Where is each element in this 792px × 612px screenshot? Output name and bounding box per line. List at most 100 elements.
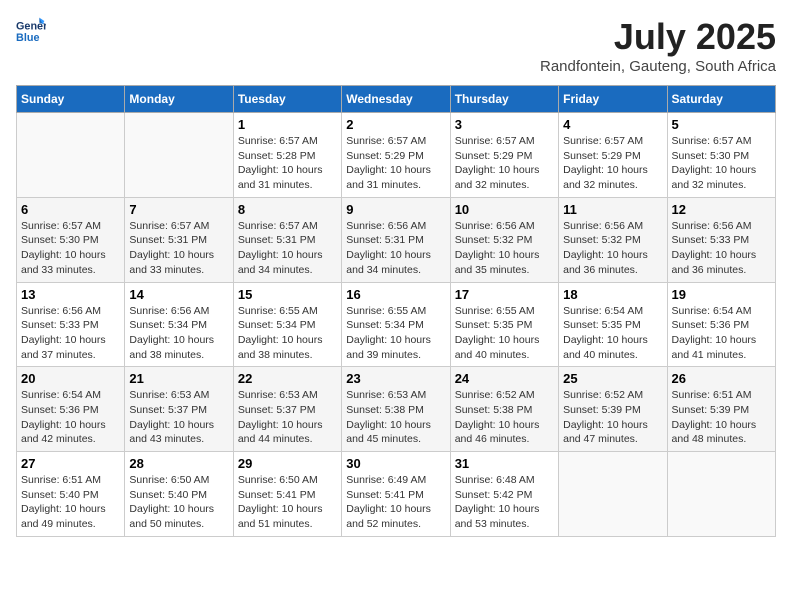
weekday-header-cell: Friday <box>559 86 667 113</box>
calendar-day-cell: 6 Sunrise: 6:57 AM Sunset: 5:30 PM Daylig… <box>17 197 125 282</box>
calendar-day-cell: 20 Sunrise: 6:54 AM Sunset: 5:36 PM Dayli… <box>17 367 125 452</box>
day-number: 29 <box>238 456 337 471</box>
day-number: 14 <box>129 287 228 302</box>
day-number: 2 <box>346 117 445 132</box>
calendar-day-cell <box>667 452 775 537</box>
day-info: Sunrise: 6:53 AM Sunset: 5:37 PM Dayligh… <box>129 388 228 447</box>
calendar-day-cell: 15Sunrise: 6:55 AM Sunset: 5:34 PM Dayli… <box>233 282 341 367</box>
day-number: 24 <box>455 371 554 386</box>
day-number: 6 <box>21 202 120 217</box>
weekday-header-cell: Thursday <box>450 86 558 113</box>
day-info: Sunrise: 6:57 AM Sunset: 5:30 PM Dayligh… <box>672 134 771 193</box>
day-info: Sunrise: 6:51 AM Sunset: 5:39 PM Dayligh… <box>672 388 771 447</box>
day-info: Sunrise: 6:57 AM Sunset: 5:30 PM Dayligh… <box>21 219 120 278</box>
day-number: 22 <box>238 371 337 386</box>
day-info: Sunrise: 6:51 AM Sunset: 5:40 PM Dayligh… <box>21 473 120 532</box>
weekday-header-cell: Saturday <box>667 86 775 113</box>
day-number: 7 <box>129 202 228 217</box>
calendar-day-cell: 29 Sunrise: 6:50 AM Sunset: 5:41 PM Dayli… <box>233 452 341 537</box>
day-info: Sunrise: 6:50 AM Sunset: 5:40 PM Dayligh… <box>129 473 228 532</box>
weekday-header-cell: Wednesday <box>342 86 450 113</box>
day-info: Sunrise: 6:56 AM Sunset: 5:31 PM Dayligh… <box>346 219 445 278</box>
day-number: 20 <box>21 371 120 386</box>
calendar-day-cell: 12 Sunrise: 6:56 AM Sunset: 5:33 PM Dayli… <box>667 197 775 282</box>
calendar-day-cell: 14 Sunrise: 6:56 AM Sunset: 5:34 PM Dayli… <box>125 282 233 367</box>
day-number: 27 <box>21 456 120 471</box>
day-number: 8 <box>238 202 337 217</box>
day-info: Sunrise: 6:56 AM Sunset: 5:33 PM Dayligh… <box>672 219 771 278</box>
day-info: Sunrise: 6:57 AM Sunset: 5:29 PM Dayligh… <box>455 134 554 193</box>
calendar-day-cell: 23 Sunrise: 6:53 AM Sunset: 5:38 PM Dayli… <box>342 367 450 452</box>
calendar-day-cell: 2 Sunrise: 6:57 AM Sunset: 5:29 PM Daylig… <box>342 113 450 198</box>
calendar-week-row: 20 Sunrise: 6:54 AM Sunset: 5:36 PM Dayli… <box>17 367 776 452</box>
day-number: 28 <box>129 456 228 471</box>
day-number: 9 <box>346 202 445 217</box>
calendar-day-cell: 30Sunrise: 6:49 AM Sunset: 5:41 PM Dayli… <box>342 452 450 537</box>
day-number: 25 <box>563 371 662 386</box>
calendar-week-row: 27 Sunrise: 6:51 AM Sunset: 5:40 PM Dayli… <box>17 452 776 537</box>
calendar-day-cell: 22Sunrise: 6:53 AM Sunset: 5:37 PM Dayli… <box>233 367 341 452</box>
day-number: 1 <box>238 117 337 132</box>
logo: General Blue <box>16 16 46 46</box>
calendar-day-cell: 18Sunrise: 6:54 AM Sunset: 5:35 PM Dayli… <box>559 282 667 367</box>
calendar-day-cell: 31 Sunrise: 6:48 AM Sunset: 5:42 PM Dayli… <box>450 452 558 537</box>
weekday-header-cell: Sunday <box>17 86 125 113</box>
calendar-day-cell: 3 Sunrise: 6:57 AM Sunset: 5:29 PM Daylig… <box>450 113 558 198</box>
calendar-body: 1 Sunrise: 6:57 AM Sunset: 5:28 PM Daylig… <box>17 113 776 537</box>
calendar-day-cell: 27 Sunrise: 6:51 AM Sunset: 5:40 PM Dayli… <box>17 452 125 537</box>
day-number: 3 <box>455 117 554 132</box>
calendar-day-cell: 5 Sunrise: 6:57 AM Sunset: 5:30 PM Daylig… <box>667 113 775 198</box>
calendar-day-cell: 8 Sunrise: 6:57 AM Sunset: 5:31 PM Daylig… <box>233 197 341 282</box>
calendar-day-cell: 10 Sunrise: 6:56 AM Sunset: 5:32 PM Dayli… <box>450 197 558 282</box>
calendar-day-cell: 13 Sunrise: 6:56 AM Sunset: 5:33 PM Dayli… <box>17 282 125 367</box>
month-title: July 2025 <box>540 16 776 58</box>
calendar-day-cell <box>17 113 125 198</box>
day-number: 12 <box>672 202 771 217</box>
day-info: Sunrise: 6:56 AM Sunset: 5:34 PM Dayligh… <box>129 304 228 363</box>
day-info: Sunrise: 6:56 AM Sunset: 5:32 PM Dayligh… <box>563 219 662 278</box>
day-number: 21 <box>129 371 228 386</box>
day-info: Sunrise: 6:57 AM Sunset: 5:28 PM Dayligh… <box>238 134 337 193</box>
calendar-day-cell <box>125 113 233 198</box>
day-info: Sunrise: 6:55 AM Sunset: 5:34 PM Dayligh… <box>238 304 337 363</box>
day-info: Sunrise: 6:56 AM Sunset: 5:32 PM Dayligh… <box>455 219 554 278</box>
calendar-day-cell: 9 Sunrise: 6:56 AM Sunset: 5:31 PM Daylig… <box>342 197 450 282</box>
calendar-week-row: 1 Sunrise: 6:57 AM Sunset: 5:28 PM Daylig… <box>17 113 776 198</box>
header: General Blue July 2025 Randfontein, Gaut… <box>16 16 776 75</box>
day-number: 23 <box>346 371 445 386</box>
day-info: Sunrise: 6:56 AM Sunset: 5:33 PM Dayligh… <box>21 304 120 363</box>
day-number: 26 <box>672 371 771 386</box>
day-number: 18 <box>563 287 662 302</box>
calendar-day-cell: 19 Sunrise: 6:54 AM Sunset: 5:36 PM Dayli… <box>667 282 775 367</box>
calendar-day-cell: 28 Sunrise: 6:50 AM Sunset: 5:40 PM Dayli… <box>125 452 233 537</box>
day-info: Sunrise: 6:54 AM Sunset: 5:36 PM Dayligh… <box>672 304 771 363</box>
weekday-header-cell: Monday <box>125 86 233 113</box>
day-number: 13 <box>21 287 120 302</box>
day-info: Sunrise: 6:53 AM Sunset: 5:38 PM Dayligh… <box>346 388 445 447</box>
calendar-day-cell: 24Sunrise: 6:52 AM Sunset: 5:38 PM Dayli… <box>450 367 558 452</box>
svg-text:Blue: Blue <box>16 32 39 44</box>
day-info: Sunrise: 6:57 AM Sunset: 5:29 PM Dayligh… <box>346 134 445 193</box>
location-subtitle: Randfontein, Gauteng, South Africa <box>540 58 776 75</box>
day-number: 5 <box>672 117 771 132</box>
calendar-day-cell: 11 Sunrise: 6:56 AM Sunset: 5:32 PM Dayli… <box>559 197 667 282</box>
day-number: 19 <box>672 287 771 302</box>
weekday-header-cell: Tuesday <box>233 86 341 113</box>
day-info: Sunrise: 6:48 AM Sunset: 5:42 PM Dayligh… <box>455 473 554 532</box>
day-info: Sunrise: 6:57 AM Sunset: 5:31 PM Dayligh… <box>238 219 337 278</box>
day-info: Sunrise: 6:55 AM Sunset: 5:35 PM Dayligh… <box>455 304 554 363</box>
calendar-week-row: 6 Sunrise: 6:57 AM Sunset: 5:30 PM Daylig… <box>17 197 776 282</box>
day-info: Sunrise: 6:57 AM Sunset: 5:31 PM Dayligh… <box>129 219 228 278</box>
day-number: 4 <box>563 117 662 132</box>
title-area: July 2025 Randfontein, Gauteng, South Af… <box>540 16 776 75</box>
day-number: 11 <box>563 202 662 217</box>
day-info: Sunrise: 6:54 AM Sunset: 5:36 PM Dayligh… <box>21 388 120 447</box>
day-number: 10 <box>455 202 554 217</box>
day-info: Sunrise: 6:57 AM Sunset: 5:29 PM Dayligh… <box>563 134 662 193</box>
day-info: Sunrise: 6:50 AM Sunset: 5:41 PM Dayligh… <box>238 473 337 532</box>
day-info: Sunrise: 6:55 AM Sunset: 5:34 PM Dayligh… <box>346 304 445 363</box>
day-number: 31 <box>455 456 554 471</box>
calendar-week-row: 13 Sunrise: 6:56 AM Sunset: 5:33 PM Dayli… <box>17 282 776 367</box>
calendar-day-cell <box>559 452 667 537</box>
calendar-day-cell: 7 Sunrise: 6:57 AM Sunset: 5:31 PM Daylig… <box>125 197 233 282</box>
